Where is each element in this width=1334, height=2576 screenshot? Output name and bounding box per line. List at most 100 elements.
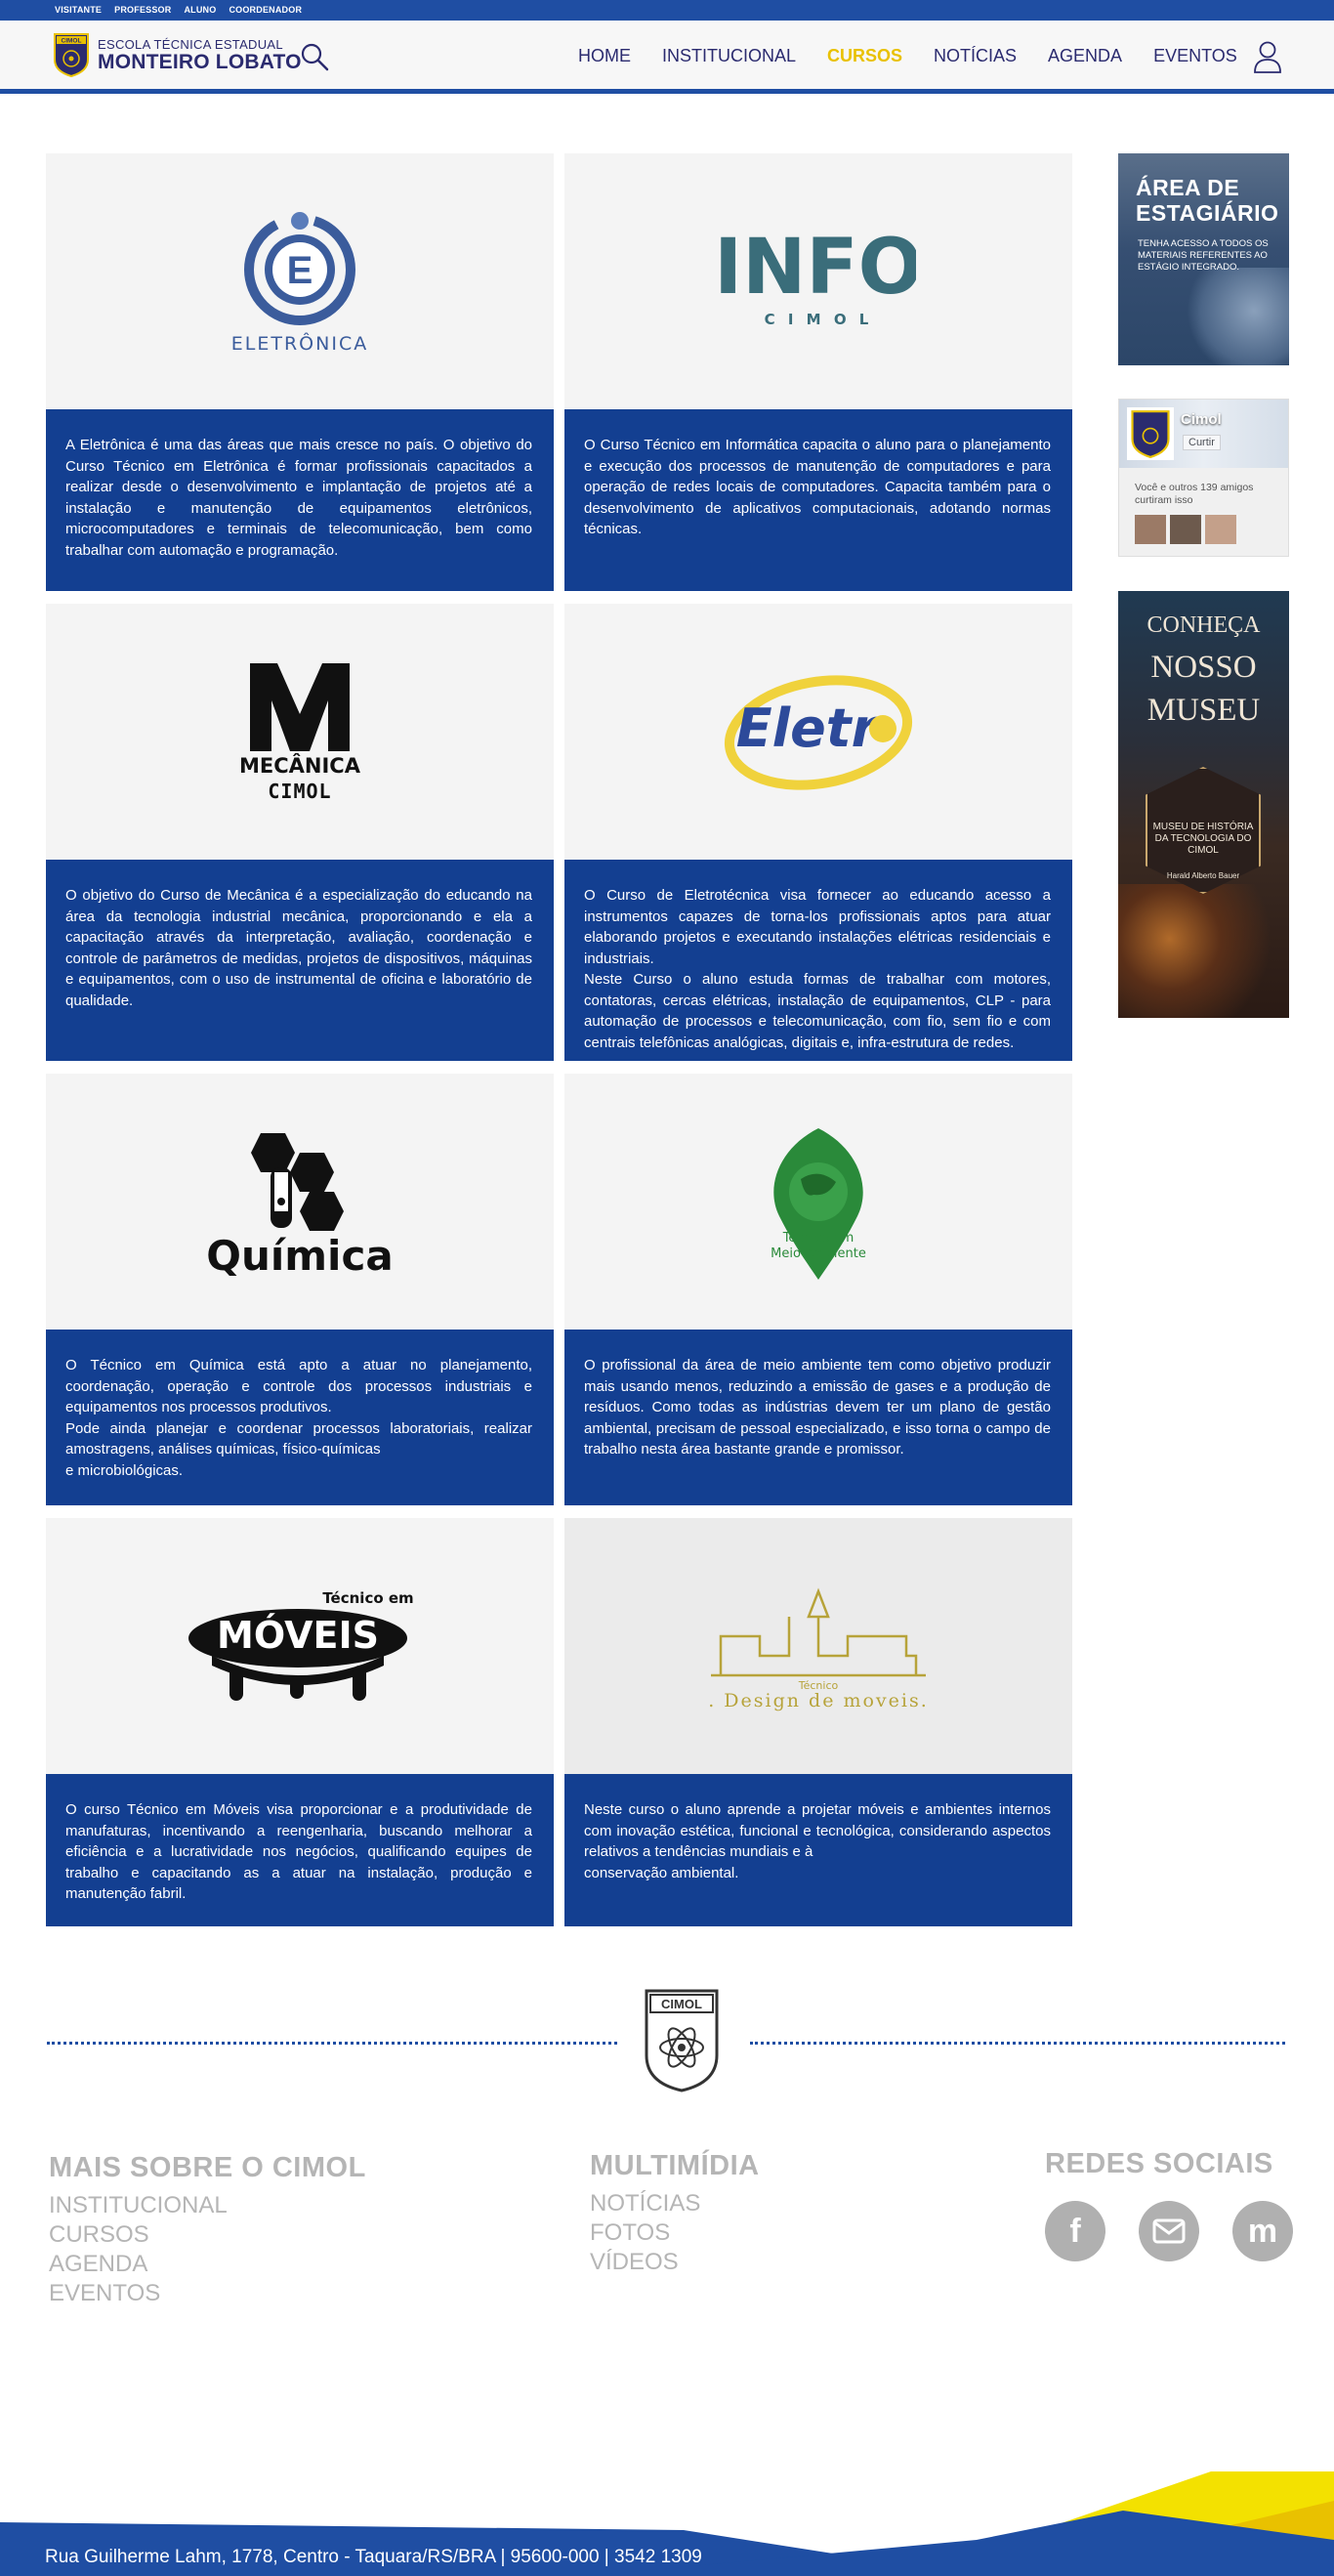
- friend-avatar[interactable]: [1205, 515, 1236, 544]
- informatica-logo-text: INFO: [721, 224, 916, 312]
- course-card-mecanica[interactable]: MECÂNICA CIMOL O objetivo do Curso de Me…: [46, 604, 554, 1061]
- site-logo[interactable]: CIMOL ESCOLA TÉCNICA ESTADUAL MONTEIRO L…: [53, 32, 302, 77]
- cimol-shield-icon: [1131, 410, 1170, 459]
- footer-address: Rua Guilherme Lahm, 1778, Centro - Taqua…: [45, 2547, 702, 2567]
- informatica-logo-sub: C I M O L: [765, 311, 873, 328]
- footer-col-mais-sobre: MAIS SOBRE O CIMOL INSTITUCIONAL CURSOS …: [49, 2152, 366, 2308]
- link-visitante[interactable]: VISITANTE: [55, 5, 102, 15]
- course-desc-moveis: O curso Técnico em Móveis visa proporcio…: [46, 1774, 554, 1926]
- moveis-logo-text: MÓVEIS: [217, 1614, 379, 1657]
- top-user-bar: VISITANTE PROFESSOR ALUNO COORDENADOR: [0, 0, 1334, 21]
- moodle-icon[interactable]: m: [1232, 2201, 1293, 2261]
- footer-link-videos[interactable]: VÍDEOS: [590, 2248, 760, 2277]
- museu-title-3: MUSEU: [1146, 693, 1261, 728]
- footer-link-fotos[interactable]: FOTOS: [590, 2218, 760, 2248]
- footer-divider-left: [47, 2042, 617, 2045]
- facebook-avatar: [1127, 407, 1174, 460]
- search-icon[interactable]: [299, 41, 330, 72]
- link-aluno[interactable]: ALUNO: [184, 5, 216, 15]
- course-card-quimica[interactable]: Química O Técnico em Química está apto a…: [46, 1074, 554, 1505]
- facebook-widget[interactable]: Cimol Curtir Você e outros 139 amigos cu…: [1118, 399, 1289, 557]
- course-card-informatica[interactable]: INFO C I M O L O Curso Técnico em Inform…: [564, 153, 1072, 591]
- nav-home[interactable]: HOME: [578, 46, 631, 66]
- link-coordenador[interactable]: COORDENADOR: [229, 5, 302, 15]
- course-desc-informatica: O Curso Técnico em Informática capacita …: [564, 409, 1072, 591]
- course-desc-quimica: O Técnico em Química está apto a atuar n…: [46, 1330, 554, 1505]
- mecanica-logo-text: MECÂNICA: [239, 753, 361, 778]
- friend-avatar[interactable]: [1170, 515, 1201, 544]
- banner-area-estagiario[interactable]: ÁREA DE ESTAGIÁRIO TENHA ACESSO A TODOS …: [1118, 153, 1289, 365]
- mecanica-logo-icon: MECÂNICA CIMOL: [239, 663, 361, 803]
- footer-col1-title: MAIS SOBRE O CIMOL: [49, 2152, 366, 2183]
- main-nav: HOME INSTITUCIONAL CURSOS NOTÍCIAS AGEND…: [578, 46, 1269, 66]
- footer-logo-badge-text: CIMOL: [661, 1997, 702, 2011]
- meio-ambiente-logo-icon: Técnico em Meio Ambiente: [771, 1128, 866, 1280]
- footer-link-agenda[interactable]: AGENDA: [49, 2250, 366, 2279]
- footer-col-multimidia: MULTIMÍDIA NOTÍCIAS FOTOS VÍDEOS: [590, 2150, 760, 2277]
- facebook-page-name[interactable]: Cimol: [1181, 411, 1222, 428]
- footer-link-eventos[interactable]: EVENTOS: [49, 2279, 366, 2308]
- courses-grid: E ELETRÔNICA A Eletrônica é uma das área…: [46, 153, 1072, 1926]
- user-type-links: VISITANTE PROFESSOR ALUNO COORDENADOR: [55, 5, 302, 15]
- footer-link-institucional[interactable]: INSTITUCIONAL: [49, 2191, 366, 2220]
- facebook-icon[interactable]: f: [1045, 2201, 1105, 2261]
- cimol-shield-icon: CIMOL: [54, 33, 89, 77]
- eletronica-logo-icon: E ELETRÔNICA: [231, 212, 368, 355]
- course-logo-design-moveis: Técnico . Design de moveis.: [564, 1518, 1072, 1774]
- eletrotecnica-logo-icon: Eletr: [724, 675, 913, 790]
- estagiario-title-2: ESTAGIÁRIO: [1136, 200, 1279, 226]
- design-moveis-logo-text: . Design de moveis.: [708, 1690, 929, 1711]
- footer-link-cursos[interactable]: CURSOS: [49, 2220, 366, 2250]
- estagiario-photo: [1184, 268, 1289, 365]
- course-card-moveis[interactable]: Técnico em MÓVEIS O curso Técnico em Móv…: [46, 1518, 554, 1926]
- nav-agenda[interactable]: AGENDA: [1048, 46, 1122, 66]
- footer-col-redes-sociais: REDES SOCIAIS: [1045, 2148, 1273, 2187]
- user-icon[interactable]: [1253, 40, 1282, 73]
- social-links: f m: [1045, 2201, 1293, 2261]
- museu-title-2: NOSSO: [1150, 650, 1257, 685]
- nav-institucional[interactable]: INSTITUCIONAL: [662, 46, 796, 66]
- course-desc-eletrotecnica: O Curso de Eletrotécnica visa fornecer a…: [564, 860, 1072, 1061]
- site-header: CIMOL ESCOLA TÉCNICA ESTADUAL MONTEIRO L…: [0, 21, 1334, 94]
- course-card-eletronica[interactable]: E ELETRÔNICA A Eletrônica é uma das área…: [46, 153, 554, 591]
- quimica-logo-text: Química: [206, 1232, 393, 1280]
- logo-text: ESCOLA TÉCNICA ESTADUAL MONTEIRO LOBATO: [98, 37, 302, 73]
- course-desc-eletronica: A Eletrônica é uma das áreas que mais cr…: [46, 409, 554, 591]
- footer-col2-title: MULTIMÍDIA: [590, 2150, 760, 2181]
- course-logo-quimica: Química: [46, 1074, 554, 1330]
- facebook-cover: Cimol Curtir: [1119, 400, 1288, 468]
- email-icon[interactable]: [1139, 2201, 1199, 2261]
- facebook-like-label: Curtir: [1188, 437, 1215, 448]
- banner-museu[interactable]: CONHEÇA NOSSO MUSEU MUSEU DE HISTÓRIA DA…: [1118, 591, 1289, 1018]
- nav-noticias[interactable]: NOTÍCIAS: [934, 46, 1017, 66]
- museu-title-1: CONHEÇA: [1146, 612, 1261, 638]
- moveis-logo-sub: Técnico em: [322, 1589, 413, 1607]
- informatica-logo-icon: INFO C I M O L: [721, 224, 916, 328]
- footer-bottom-bar: Rua Guilherme Lahm, 1778, Centro - Taqua…: [0, 2471, 1334, 2576]
- facebook-like-button[interactable]: Curtir: [1183, 435, 1221, 450]
- eletronica-logo-text: ELETRÔNICA: [231, 331, 368, 355]
- facebook-friend-faces: [1135, 515, 1236, 544]
- course-desc-design-moveis: Neste curso o aluno aprende a projetar m…: [564, 1774, 1072, 1926]
- footer-link-noticias[interactable]: NOTÍCIAS: [590, 2189, 760, 2218]
- course-card-meio-ambiente[interactable]: Técnico em Meio Ambiente O profissional …: [564, 1074, 1072, 1505]
- course-logo-mecanica: MECÂNICA CIMOL: [46, 604, 554, 860]
- eletronica-logo-letter: E: [287, 249, 313, 292]
- course-logo-eletronica: E ELETRÔNICA: [46, 153, 554, 409]
- link-professor[interactable]: PROFESSOR: [114, 5, 171, 15]
- mecanica-logo-sub: CIMOL: [268, 780, 331, 803]
- quimica-logo-icon: Química: [206, 1133, 394, 1280]
- estagiario-text: TENHA ACESSO A TODOS OS MATERIAIS REFERE…: [1138, 238, 1269, 273]
- nav-cursos[interactable]: CURSOS: [827, 46, 902, 66]
- envelope-icon: [1152, 2218, 1186, 2244]
- course-logo-meio-ambiente: Técnico em Meio Ambiente: [564, 1074, 1072, 1330]
- course-card-eletrotecnica[interactable]: Eletr O Curso de Eletrotécnica visa forn…: [564, 604, 1072, 1061]
- estagiario-title: ÁREA DE ESTAGIÁRIO: [1136, 175, 1278, 226]
- friend-avatar[interactable]: [1135, 515, 1166, 544]
- moveis-logo-icon: Técnico em MÓVEIS: [188, 1589, 414, 1701]
- footer-col3-title: REDES SOCIAIS: [1045, 2148, 1273, 2179]
- course-logo-moveis: Técnico em MÓVEIS: [46, 1518, 554, 1774]
- course-card-design-moveis[interactable]: Técnico . Design de moveis. Neste curso …: [564, 1518, 1072, 1926]
- logo-badge-text: CIMOL: [62, 38, 82, 45]
- nav-eventos[interactable]: EVENTOS: [1153, 46, 1237, 66]
